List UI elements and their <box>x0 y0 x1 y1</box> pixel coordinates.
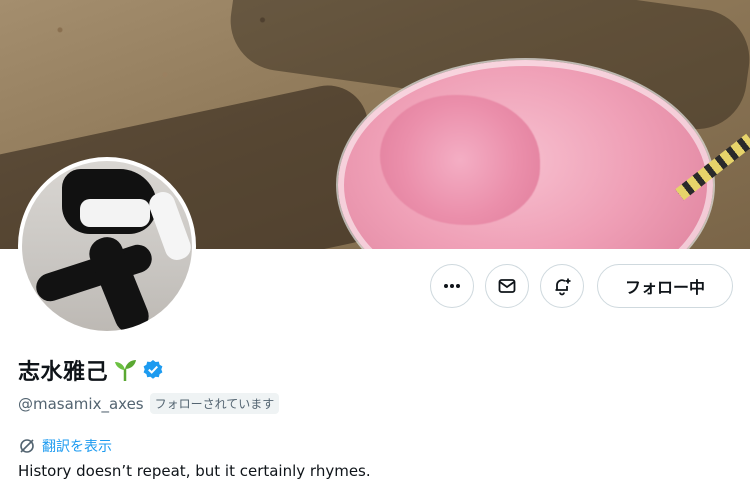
name-row: 志水雅己 <box>18 352 164 388</box>
notifications-button[interactable] <box>540 264 584 308</box>
bell-plus-icon <box>555 278 571 296</box>
following-button[interactable]: フォロー中 <box>597 264 733 308</box>
sprout-icon <box>115 360 137 381</box>
message-button[interactable] <box>485 264 529 308</box>
translate-link-label: 翻訳を表示 <box>42 439 112 455</box>
translate-bio-link[interactable]: 翻訳を表示 <box>18 436 112 456</box>
profile-bio: History doesn’t repeat, but it certainly… <box>18 462 371 480</box>
translate-icon <box>20 439 34 453</box>
follows-you-badge: フォローされています <box>149 393 280 414</box>
more-button[interactable] <box>430 264 474 308</box>
more-horizontal-icon <box>444 284 460 288</box>
following-button-label: フォロー中 <box>624 278 705 297</box>
display-name: 志水雅己 <box>18 360 109 385</box>
verified-badge-icon[interactable] <box>142 359 164 381</box>
handle-row: @masamix_axes フォローされています <box>18 393 280 414</box>
avatar-figure-apron <box>80 199 150 227</box>
user-handle: @masamix_axes <box>18 394 144 413</box>
profile-avatar[interactable] <box>18 157 196 335</box>
mail-icon <box>498 279 516 293</box>
avatar-image <box>22 161 192 331</box>
